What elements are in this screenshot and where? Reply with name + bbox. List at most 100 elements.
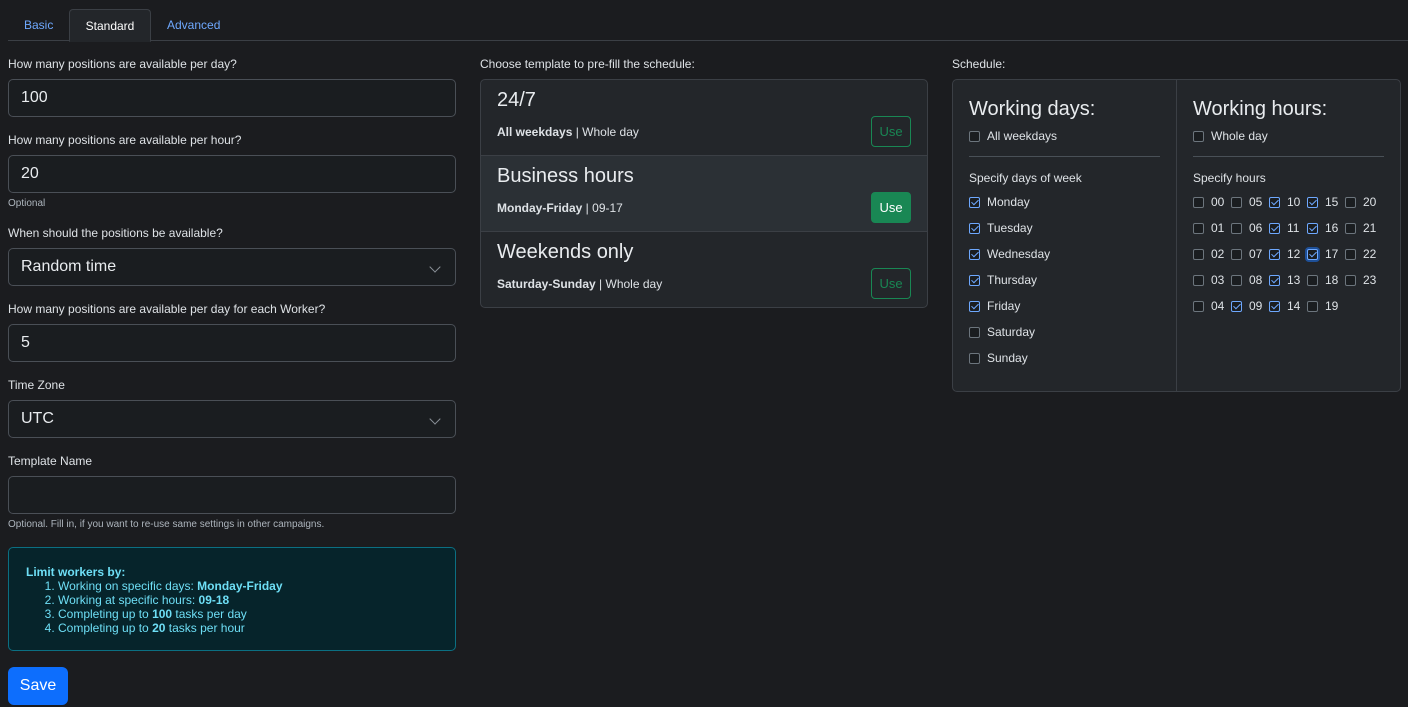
when-label: When should the positions be available? (8, 226, 223, 240)
template-name-input[interactable] (8, 476, 456, 514)
hour-checkbox-06[interactable] (1231, 223, 1242, 234)
hour-checkbox-18[interactable] (1307, 275, 1318, 286)
hour-label: 05 (1249, 195, 1263, 209)
hours-subtitle: Specify hours (1193, 171, 1266, 185)
per-hour-hint: Optional (8, 198, 46, 209)
hour-checkbox-02[interactable] (1193, 249, 1204, 260)
chevron-down-icon (429, 413, 441, 425)
hour-checkbox-21[interactable] (1345, 223, 1356, 234)
day-label: Friday (987, 299, 1021, 313)
hour-checkbox-01[interactable] (1193, 223, 1204, 234)
whole-day-checkbox[interactable] (1193, 131, 1204, 142)
hour-label: 04 (1211, 299, 1225, 313)
hour-label: 16 (1325, 221, 1339, 235)
hour-label: 10 (1287, 195, 1301, 209)
whole-day-label: Whole day (1211, 129, 1268, 143)
save-button[interactable]: Save (8, 667, 68, 705)
per-worker-input[interactable]: 5 (8, 324, 456, 362)
templates-label: Choose template to pre-fill the schedule… (480, 57, 695, 71)
hour-checkbox-14[interactable] (1269, 301, 1280, 312)
per-hour-label: How many positions are available per hou… (8, 133, 242, 147)
day-checkbox-wednesday[interactable] (969, 249, 980, 260)
list-item: Completing up to 100 tasks per day (58, 607, 455, 621)
per-hour-input[interactable]: 20 (8, 155, 456, 193)
divider (1193, 156, 1384, 157)
hour-label: 17 (1325, 247, 1339, 261)
hour-label: 08 (1249, 273, 1263, 287)
hour-checkbox-22[interactable] (1345, 249, 1356, 260)
timezone-label: Time Zone (8, 378, 65, 392)
chevron-down-icon (429, 261, 441, 273)
hour-checkbox-07[interactable] (1231, 249, 1242, 260)
template-desc: Saturday-Sunday | Whole day (497, 277, 663, 291)
limit-workers-alert: Limit workers by: Working on specific da… (8, 547, 456, 651)
day-checkbox-saturday[interactable] (969, 327, 980, 338)
limit-list: Working on specific days: Monday-Friday … (26, 579, 455, 635)
hour-checkbox-12[interactable] (1269, 249, 1280, 260)
day-label: Tuesday (987, 221, 1033, 235)
hour-checkbox-19[interactable] (1307, 301, 1318, 312)
hour-label: 00 (1211, 195, 1225, 209)
tab-basic[interactable]: Basic (8, 9, 69, 41)
hour-checkbox-09[interactable] (1231, 301, 1242, 312)
all-weekdays-checkbox[interactable] (969, 131, 980, 142)
use-button[interactable]: Use (871, 192, 911, 223)
hour-label: 11 (1287, 221, 1300, 235)
when-select[interactable]: Random time (8, 248, 456, 286)
hour-checkbox-04[interactable] (1193, 301, 1204, 312)
hour-checkbox-15[interactable] (1307, 197, 1318, 208)
hour-label: 09 (1249, 299, 1263, 313)
divider (1176, 80, 1177, 391)
hour-label: 22 (1363, 247, 1377, 261)
hour-checkbox-08[interactable] (1231, 275, 1242, 286)
per-day-input[interactable]: 100 (8, 79, 456, 117)
day-label: Wednesday (987, 247, 1051, 261)
template-name: Business hours (497, 165, 634, 187)
hour-checkbox-23[interactable] (1345, 275, 1356, 286)
day-checkbox-sunday[interactable] (969, 353, 980, 364)
day-checkbox-thursday[interactable] (969, 275, 980, 286)
template-name-hint: Optional. Fill in, if you want to re-use… (8, 519, 325, 530)
list-item: Completing up to 20 tasks per hour (58, 621, 455, 635)
hour-label: 03 (1211, 273, 1225, 287)
tab-standard[interactable]: Standard (69, 9, 151, 42)
day-label: Saturday (987, 325, 1036, 339)
day-checkbox-tuesday[interactable] (969, 223, 980, 234)
per-day-label: How many positions are available per day… (8, 57, 237, 71)
list-item: Working on specific days: Monday-Friday (58, 579, 455, 593)
use-button[interactable]: Use (871, 116, 911, 147)
hour-checkbox-00[interactable] (1193, 197, 1204, 208)
hour-label: 01 (1211, 221, 1225, 235)
hour-checkbox-10[interactable] (1269, 197, 1280, 208)
timezone-select[interactable]: UTC (8, 400, 456, 438)
hour-checkbox-16[interactable] (1307, 223, 1318, 234)
list-item: Working at specific hours: 09-18 (58, 593, 455, 607)
template-item-24-7[interactable]: 24/7 All weekdays | Whole day Use (481, 80, 927, 156)
template-item-weekends-only[interactable]: Weekends only Saturday-Sunday | Whole da… (481, 232, 927, 307)
use-button[interactable]: Use (871, 268, 911, 299)
hour-checkbox-13[interactable] (1269, 275, 1280, 286)
hour-label: 06 (1249, 221, 1263, 235)
template-desc: All weekdays | Whole day (497, 125, 639, 139)
hour-checkbox-11[interactable] (1269, 223, 1280, 234)
template-item-business-hours[interactable]: Business hours Monday-Friday | 09-17 Use (481, 156, 927, 232)
tab-advanced[interactable]: Advanced (151, 9, 236, 41)
template-name: Weekends only (497, 241, 634, 263)
when-select-value: Random time (21, 258, 117, 275)
day-label: Thursday (987, 273, 1038, 287)
days-subtitle: Specify days of week (969, 171, 1082, 185)
hour-checkbox-17[interactable] (1307, 249, 1318, 260)
day-checkbox-friday[interactable] (969, 301, 980, 312)
template-list: 24/7 All weekdays | Whole day Use Busine… (480, 79, 928, 308)
hour-label: 19 (1325, 299, 1339, 313)
day-checkbox-monday[interactable] (969, 197, 980, 208)
hour-checkbox-20[interactable] (1345, 197, 1356, 208)
template-name-label: Template Name (8, 454, 93, 468)
divider (969, 156, 1160, 157)
hour-checkbox-05[interactable] (1231, 197, 1242, 208)
hour-checkbox-03[interactable] (1193, 275, 1204, 286)
hour-label: 20 (1363, 195, 1377, 209)
day-label: Monday (987, 195, 1030, 209)
working-days-title: Working days: (969, 98, 1096, 120)
tab-bar: Basic Standard Advanced (8, 9, 1408, 42)
